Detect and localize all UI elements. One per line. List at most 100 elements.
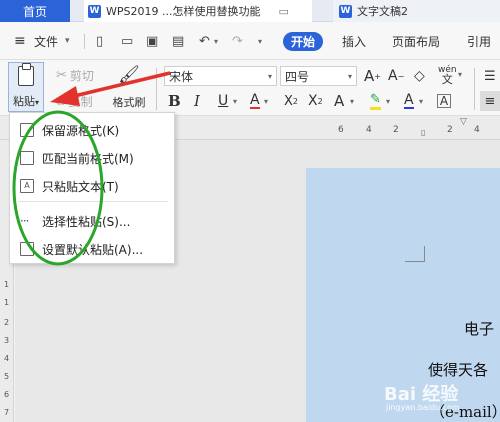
ruler-number: 4 [474, 125, 480, 135]
tab-reference[interactable]: 引用 [467, 22, 491, 60]
menu-item-label: 匹配当前格式(M) [42, 151, 134, 166]
chevron-down-icon[interactable]: ▾ [458, 70, 462, 79]
indent-marker-icon[interactable]: ▽ [460, 117, 467, 127]
italic-icon[interactable]: I [194, 91, 200, 111]
superscript-icon[interactable]: X2 [284, 91, 298, 111]
format-painter-label: 格式刷 [112, 96, 146, 109]
chevron-down-icon[interactable]: ▾ [65, 22, 70, 60]
undo-icon[interactable]: ↶ [199, 22, 210, 60]
open-folder-icon[interactable]: ▭ [121, 22, 133, 60]
pinyin-guide-button[interactable]: wén 文 [438, 64, 457, 86]
font-size-value: 四号 [285, 69, 310, 84]
copy-icon: ⧉ [56, 93, 65, 108]
baidu-watermark-url: jingyan.baidu.com [386, 403, 460, 412]
chevron-down-icon[interactable]: ▾ [264, 91, 268, 111]
paste-special[interactable]: ··· 选择性粘贴(S)... [10, 209, 174, 233]
tab-bar: 首页 W WPS2019 ...怎样使用替换功能 ▭ W 文字文稿2 [0, 0, 500, 22]
bold-icon[interactable]: B [168, 91, 181, 111]
chevron-down-icon: ▾ [267, 71, 272, 81]
tab-home[interactable]: 首页 [0, 0, 70, 22]
ruler-number: 6 [338, 125, 344, 135]
tab-document-title: WPS2019 ...怎样使用替换功能 [106, 5, 261, 18]
menu-item-label: 保留源格式(K) [42, 123, 120, 138]
tab-document-wps2019[interactable]: W WPS2019 ...怎样使用替换功能 ▭ [84, 0, 312, 22]
pinyin-icon: 文 [441, 73, 453, 86]
document-text-line[interactable]: 使得天各 [428, 359, 488, 380]
divider [84, 34, 85, 49]
chevron-down-icon[interactable]: ▾ [419, 91, 423, 111]
paste-button[interactable]: 粘贴▾ [8, 62, 44, 112]
clipboard-icon [18, 63, 34, 86]
indent-marker-icon[interactable]: ▯ [421, 128, 425, 137]
ruler-number: 6 [4, 390, 10, 399]
ribbon: 粘贴▾ ✂ 剪切 ⧉ 复制 🖌 格式刷 宋体 ▾ 四号 ▾ A + A − ◇ wé… [0, 60, 500, 116]
chevron-down-icon[interactable]: ▾ [350, 91, 354, 111]
font-family-value: 宋体 [169, 69, 194, 84]
cut-label: 剪切 [69, 68, 94, 83]
menu-file[interactable]: 文件 [34, 22, 58, 60]
ruler-number: 3 [4, 336, 10, 345]
paste-label: 粘贴 [12, 95, 35, 108]
text-effect-icon[interactable]: A [334, 91, 344, 111]
shrink-font-icon[interactable]: A − [388, 66, 404, 86]
scissors-icon: ✂ [56, 67, 67, 83]
font-size-select[interactable]: 四号 ▾ [280, 66, 357, 86]
divider [156, 68, 157, 110]
new-document-icon[interactable]: ▯ [96, 22, 103, 60]
monitor-icon[interactable]: ▭ [278, 5, 288, 18]
menu-bar: ≡ 文件 ▾ ▯ ▭ ▣ ▤ ↶ ▾ ↷ ▾ 开始 插入 页面布局 引用 [0, 22, 500, 60]
set-default-paste[interactable]: 设置默认粘贴(A)... [10, 237, 174, 261]
paste-text-only-icon: A [20, 179, 34, 193]
strikethrough-icon[interactable]: A [250, 91, 260, 111]
tab-page-layout[interactable]: 页面布局 [392, 22, 440, 60]
ruler-number: 1 [4, 298, 10, 307]
subscript-icon[interactable]: X2 [308, 91, 323, 111]
page-corner-mark [405, 246, 425, 262]
format-painter-button[interactable]: 🖌 格式刷 [110, 62, 148, 112]
ruler-number: 5 [4, 372, 10, 381]
char-border-icon[interactable]: A [437, 94, 451, 108]
chevron-down-icon[interactable]: ▾ [214, 22, 218, 60]
more-icon: ··· [20, 214, 29, 228]
print-preview-icon[interactable]: ▤ [172, 22, 184, 60]
brush-icon: 🖌 [118, 65, 140, 85]
tab-insert[interactable]: 插入 [342, 22, 366, 60]
underline-icon[interactable]: U [218, 91, 228, 111]
chevron-down-icon[interactable]: ▾ [386, 91, 390, 111]
ruler-number: 4 [4, 354, 10, 363]
chevron-down-icon[interactable]: ▾ [258, 22, 262, 60]
hamburger-menu-icon[interactable]: ≡ [14, 22, 26, 60]
copy-button[interactable]: ⧉ 复制 [56, 92, 93, 110]
paste-settings-icon [20, 242, 34, 256]
menu-item-label: 选择性粘贴(S)... [42, 214, 131, 229]
align-left-icon[interactable]: ≡ [480, 91, 500, 111]
clear-format-icon[interactable]: ◇ [414, 66, 425, 86]
ruler-number: 2 [4, 318, 10, 327]
font-family-select[interactable]: 宋体 ▾ [164, 66, 277, 86]
ruler-number: 7 [4, 408, 10, 417]
copy-label: 复制 [68, 94, 93, 109]
highlight-icon[interactable]: ✎ [370, 91, 381, 111]
save-icon[interactable]: ▣ [146, 22, 158, 60]
redo-icon[interactable]: ↷ [232, 22, 243, 60]
wps-writer-icon: W [339, 4, 352, 18]
paste-options-menu: 保留源格式(K) 匹配当前格式(M) A 只粘贴文本(T) ··· 选择性粘贴(… [9, 112, 175, 264]
document-text-line[interactable]: 电子 [464, 318, 494, 339]
divider [474, 68, 475, 110]
tab-document-2[interactable]: W 文字文稿2 [333, 0, 500, 22]
paste-match-format-icon [20, 151, 34, 165]
chevron-down-icon: ▾ [34, 98, 39, 107]
tab-start[interactable]: 开始 [283, 32, 324, 51]
paste-text-only[interactable]: A 只粘贴文本(T) [10, 174, 174, 198]
bullet-list-icon[interactable]: ☰ [484, 66, 496, 86]
grow-font-icon[interactable]: A + [364, 66, 381, 86]
font-color-icon[interactable]: A [404, 91, 414, 111]
chevron-down-icon[interactable]: ▾ [233, 91, 237, 111]
chevron-down-icon: ▾ [347, 71, 352, 81]
paste-match-current-format[interactable]: 匹配当前格式(M) [10, 146, 174, 170]
ruler-number: 1 [4, 280, 10, 289]
paste-keep-source-format[interactable]: 保留源格式(K) [10, 118, 174, 142]
cut-button[interactable]: ✂ 剪切 [56, 66, 94, 84]
ruler-number: 4 [366, 125, 372, 135]
paste-keep-format-icon [20, 123, 34, 137]
